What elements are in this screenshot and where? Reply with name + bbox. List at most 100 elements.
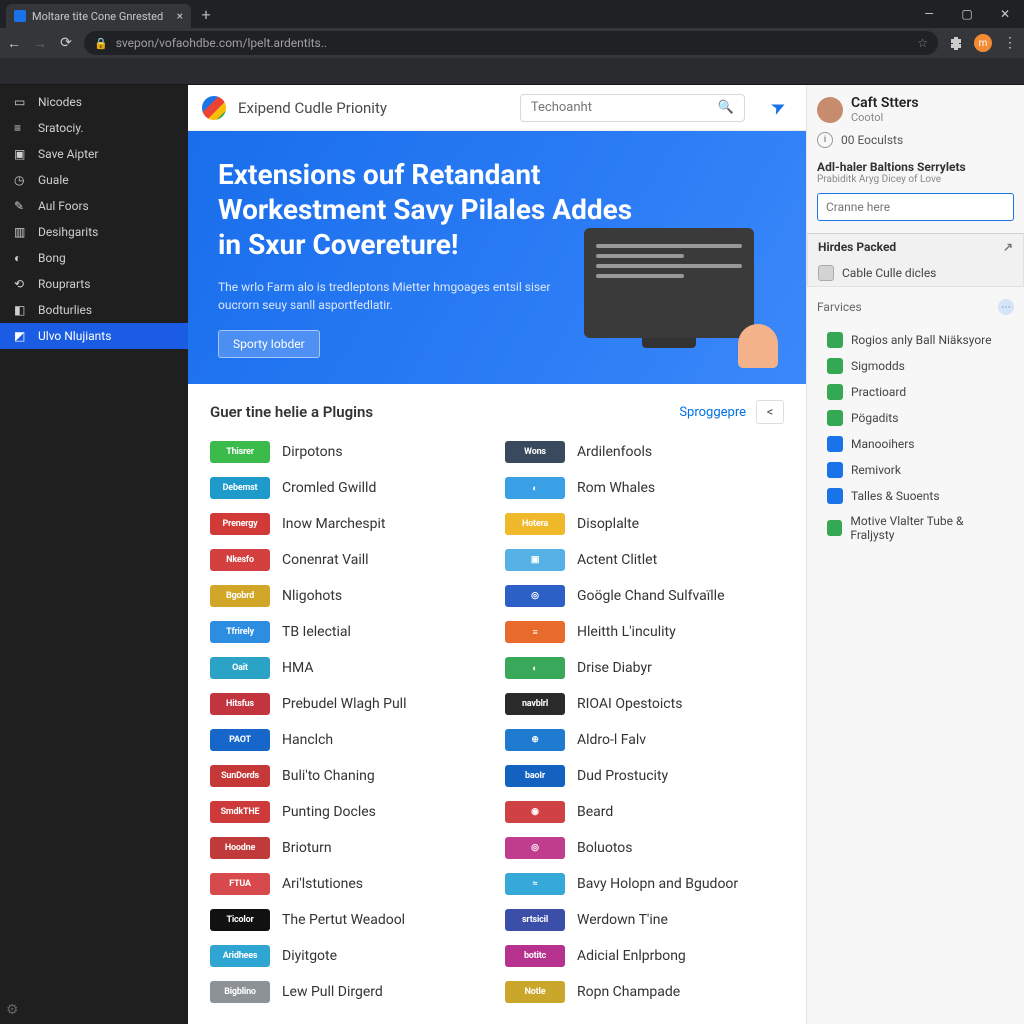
section-more-link[interactable]: Sproggepre [679, 405, 746, 420]
browser-tab[interactable]: Moltare tite Cone Gnrested × [6, 4, 191, 28]
sidebar-item-icon: ▣ [14, 147, 28, 161]
main-content: Exipend Cudle Prionity 🔍 ➤ Extensions ou… [188, 85, 806, 1024]
plugin-item[interactable]: SunDordsBuli'to Chaning [210, 758, 489, 794]
sidebar-item-label: Bong [38, 251, 66, 265]
plugin-item[interactable]: WonsArdilenfools [505, 434, 784, 470]
bookmark-star-icon[interactable]: ☆ [917, 36, 928, 50]
plugin-item[interactable]: ≡Hleitth L'inculity [505, 614, 784, 650]
url-text: svepon/vofaohdbe.com/lpelt.ardentits.. [116, 36, 910, 50]
plugin-item[interactable]: ThisrerDirpotons [210, 434, 489, 470]
plugin-badge: Prenergy [210, 513, 270, 535]
maximize-icon[interactable]: ▢ [948, 7, 986, 21]
sidebar-item[interactable]: ⟲Rouprarts [0, 271, 188, 297]
favorites-more-icon[interactable]: ⋯ [998, 299, 1014, 315]
favorite-item[interactable]: Talles & Suoents [817, 483, 1014, 509]
favorite-item[interactable]: Practioard [817, 379, 1014, 405]
plugin-item[interactable]: ◐Rom Whales [505, 470, 784, 506]
sidebar-item[interactable]: ✎Aul Foors [0, 193, 188, 219]
sidebar-item[interactable]: ◧Bodturlies [0, 297, 188, 323]
plugin-name: Prebudel Wlagh Pull [282, 696, 407, 712]
favorites-list: Rogios anly Ball Niäksyore SigmoddsPracti… [817, 327, 1014, 547]
plugin-item[interactable]: ⊕Aldro-l Falv [505, 722, 784, 758]
store-search[interactable]: 🔍 [520, 94, 745, 122]
sidebar-item-icon: ◩ [14, 329, 28, 343]
hero-cta-button[interactable]: Sporty Iobder [218, 330, 320, 358]
tab-title: Moltare tite Cone Gnrested [32, 10, 163, 23]
sidebar-item-icon: ≡ [14, 121, 28, 135]
plugin-badge: ≈ [505, 873, 565, 895]
search-input[interactable] [531, 100, 710, 115]
plugin-item[interactable]: ◐Drise Diabyr [505, 650, 784, 686]
forward-icon[interactable]: → [32, 35, 48, 52]
plugin-badge: baoIr [505, 765, 565, 787]
search-icon[interactable]: 🔍 [718, 100, 734, 115]
plugin-name: Punting Docles [282, 804, 376, 820]
favorite-item[interactable]: Motive Vlalter Tube & Fraljysty [817, 509, 1014, 547]
sidebar-item[interactable]: ◐ Bong [0, 245, 188, 271]
favorite-item[interactable]: Manooihers [817, 431, 1014, 457]
sidebar-item[interactable]: ◷Guale [0, 167, 188, 193]
plugin-item[interactable]: DebemstCromled Gwilld [210, 470, 489, 506]
sidebar-item[interactable]: ◩Ulvo Nlujiants [0, 323, 188, 349]
plugin-item[interactable]: botitcAdicial Enlprbong [505, 938, 784, 974]
close-window-icon[interactable]: ✕ [986, 7, 1024, 21]
plugin-item[interactable]: HoteraDisoplalte [505, 506, 784, 542]
plugin-item[interactable]: AridheesDiyitgote [210, 938, 489, 974]
close-tab-icon[interactable]: × [177, 9, 183, 23]
plugin-item[interactable]: HoodneBrioturn [210, 830, 489, 866]
promo-input[interactable] [817, 193, 1014, 221]
favorite-item[interactable]: Sigmodds [817, 353, 1014, 379]
favorite-item-label: Rogios anly Ball Niäksyore [851, 333, 991, 347]
system-tray-icon[interactable]: ⚙ [6, 1002, 19, 1018]
packed-item[interactable]: Cable Culle dicles [808, 260, 1023, 286]
new-tab-button[interactable]: + [197, 5, 215, 24]
sidebar-item-icon: ◐ [14, 251, 28, 265]
plugin-item[interactable]: navblrlRIOAI Opestoicts [505, 686, 784, 722]
extensions-icon[interactable] [948, 35, 964, 51]
plugin-name: Conenrat Vaill [282, 552, 369, 568]
plugin-item[interactable]: BgobrdNligohots [210, 578, 489, 614]
favorite-item[interactable]: Rogios anly Ball Niäksyore [817, 327, 1014, 353]
plugin-item[interactable]: HitsfusPrebudel Wlagh Pull [210, 686, 489, 722]
sidebar-item[interactable]: ▥Desihgarits [0, 219, 188, 245]
plugin-item[interactable]: TfrirelyTB Ielectial [210, 614, 489, 650]
profile-avatar[interactable]: m [974, 34, 992, 52]
favorite-item[interactable]: Pögadits [817, 405, 1014, 431]
plugin-item[interactable]: FTUAAri'lstutiones [210, 866, 489, 902]
plugin-item[interactable]: ≈Bavy Holopn and Bgudoor [505, 866, 784, 902]
reload-icon[interactable]: ⟳ [58, 35, 74, 51]
omnibox[interactable]: 🔒 svepon/vofaohdbe.com/lpelt.ardentits..… [84, 31, 938, 55]
plugin-item[interactable]: ▣Actent Clitlet [505, 542, 784, 578]
sidebar-item-label: Nicodes [38, 95, 82, 109]
user-block[interactable]: Caft Stters Cootol [817, 95, 1014, 124]
hero-subtext: The wrlo Farm alo is tredleptons Mietter… [218, 278, 578, 314]
sidebar-item[interactable]: ≡ Sratociy. [0, 115, 188, 141]
sidebar-item-label: Rouprarts [38, 277, 90, 291]
plugin-item[interactable]: PrenergyInow Marchespit [210, 506, 489, 542]
plugin-item[interactable]: ◎Boluotos [505, 830, 784, 866]
plugin-item[interactable]: NotleRopn Champade [505, 974, 784, 1010]
plugin-item[interactable]: SmdkTHEPunting Docles [210, 794, 489, 830]
plugin-item[interactable]: ◎Goögle Chand Sulfvaïlle [505, 578, 784, 614]
plugin-item[interactable]: baoIrDud Prostucity [505, 758, 784, 794]
plugin-item[interactable]: OaitHMA [210, 650, 489, 686]
plugin-item[interactable]: ◉Beard [505, 794, 784, 830]
plugin-name: Beard [577, 804, 613, 820]
plugin-name: Brioturn [282, 840, 332, 856]
favorite-item[interactable]: Remivork [817, 457, 1014, 483]
menu-icon[interactable]: ⋮ [1002, 35, 1018, 51]
plugin-item[interactable]: TicolorThe Pertut Weadool [210, 902, 489, 938]
sidebar-item[interactable]: ▣Save Aipter [0, 141, 188, 167]
sidebar-item-label: Sratociy. [38, 121, 84, 135]
plugin-item[interactable]: BigblinoLew Pull Dirgerd [210, 974, 489, 1010]
minimize-icon[interactable]: — [910, 7, 948, 21]
favorite-item-icon [827, 384, 843, 400]
plugin-item[interactable]: PAOTHanclch [210, 722, 489, 758]
sidebar-item[interactable]: ▭Nicodes [0, 89, 188, 115]
plugin-item[interactable]: NkesfoConenrat Vaill [210, 542, 489, 578]
open-external-icon[interactable]: ↗ [1003, 240, 1013, 254]
share-button[interactable]: < [756, 400, 784, 424]
back-icon[interactable]: ← [6, 35, 22, 52]
stat-icon: i [817, 132, 833, 148]
plugin-item[interactable]: srtsicilWerdown T'ine [505, 902, 784, 938]
